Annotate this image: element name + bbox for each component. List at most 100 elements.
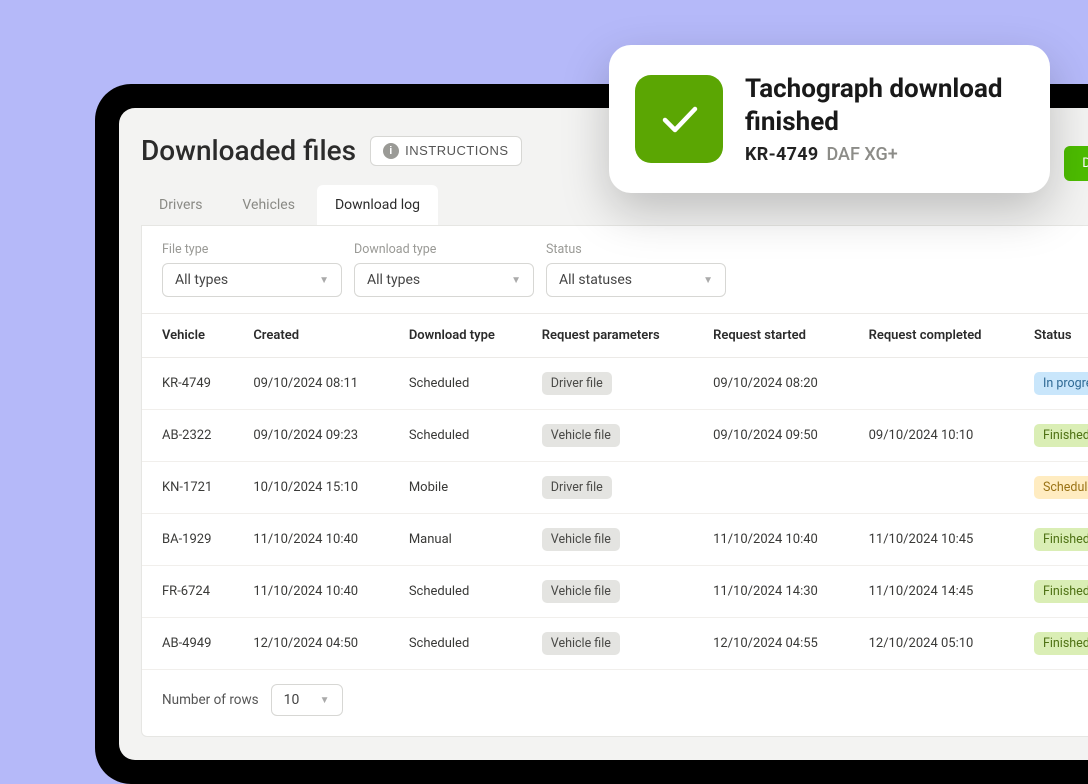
cell-request-parameters: Vehicle file <box>530 410 701 462</box>
select-value: All types <box>175 272 228 288</box>
cell-created: 11/10/2024 10:40 <box>241 566 397 618</box>
cell-status: In progress <box>1022 358 1088 410</box>
cell-vehicle: BA-1929 <box>142 514 241 566</box>
status-badge: In progress <box>1034 372 1088 395</box>
cell-created: 09/10/2024 08:11 <box>241 358 397 410</box>
cell-created: 11/10/2024 10:40 <box>241 514 397 566</box>
cell-request-completed: 09/10/2024 10:10 <box>857 410 1022 462</box>
cell-request-parameters: Driver file <box>530 358 701 410</box>
cell-vehicle: AB-2322 <box>142 410 241 462</box>
cell-request-started: 11/10/2024 14:30 <box>701 566 857 618</box>
cell-created: 12/10/2024 04:50 <box>241 618 397 670</box>
cell-download-type: Scheduled <box>397 358 530 410</box>
cell-request-parameters: Vehicle file <box>530 514 701 566</box>
toast-title: Tachograph download finished <box>745 73 1022 138</box>
col-created[interactable]: Created <box>241 314 397 358</box>
cell-status: Finished <box>1022 566 1088 618</box>
tab-vehicles[interactable]: Vehicles <box>224 185 313 225</box>
status-select[interactable]: All statuses ▼ <box>546 263 726 297</box>
param-pill: Vehicle file <box>542 580 620 603</box>
toast-vehicle-plate: KR-4749 <box>745 144 818 165</box>
chevron-down-icon: ▼ <box>703 275 713 286</box>
cell-request-started: 12/10/2024 04:55 <box>701 618 857 670</box>
filter-download-type: Download type All types ▼ <box>354 242 534 297</box>
cell-status: Finished <box>1022 514 1088 566</box>
param-pill: Vehicle file <box>542 632 620 655</box>
cell-download-type: Scheduled <box>397 618 530 670</box>
cell-vehicle: AB-4949 <box>142 618 241 670</box>
chevron-down-icon: ▼ <box>320 695 330 706</box>
cell-download-type: Mobile <box>397 462 530 514</box>
cell-request-parameters: Driver file <box>530 462 701 514</box>
col-request-completed[interactable]: Request completed <box>857 314 1022 358</box>
cell-request-completed: 12/10/2024 05:10 <box>857 618 1022 670</box>
download-log-table: Vehicle Created Download type Request pa… <box>142 314 1088 670</box>
page-title: Downloaded files <box>141 134 356 167</box>
filter-status: Status All statuses ▼ <box>546 242 726 297</box>
cell-download-type: Manual <box>397 514 530 566</box>
app-screen: Downloaded files i INSTRUCTIONS DOWNLOAD… <box>119 108 1088 760</box>
download-type-select[interactable]: All types ▼ <box>354 263 534 297</box>
cell-request-started: 09/10/2024 09:50 <box>701 410 857 462</box>
table-row[interactable]: AB-494912/10/2024 04:50Scheduled Vehicle … <box>142 618 1088 670</box>
toast-subtitle: KR-4749 DAF XG+ <box>745 144 1022 165</box>
toast-text: Tachograph download finished KR-4749 DAF… <box>745 73 1022 165</box>
param-pill: Vehicle file <box>542 528 620 551</box>
tab-download-log[interactable]: Download log <box>317 185 438 225</box>
cell-request-started <box>701 462 857 514</box>
cell-request-parameters: Vehicle file <box>530 566 701 618</box>
table-row[interactable]: KN-172110/10/2024 15:10Mobile Driver file… <box>142 462 1088 514</box>
table-row[interactable]: AB-232209/10/2024 09:23ScheduledVehicle … <box>142 410 1088 462</box>
instructions-button[interactable]: i INSTRUCTIONS <box>370 136 522 166</box>
chevron-down-icon: ▼ <box>511 275 521 286</box>
cell-request-completed: 11/10/2024 10:45 <box>857 514 1022 566</box>
cell-created: 09/10/2024 09:23 <box>241 410 397 462</box>
col-request-parameters[interactable]: Request parameters <box>530 314 701 358</box>
table-header-row: Vehicle Created Download type Request pa… <box>142 314 1088 358</box>
cell-vehicle: KR-4749 <box>142 358 241 410</box>
cell-request-parameters: Vehicle file <box>530 618 701 670</box>
col-download-type[interactable]: Download type <box>397 314 530 358</box>
param-pill: Driver file <box>542 476 612 499</box>
col-status[interactable]: Status <box>1022 314 1088 358</box>
chevron-down-icon: ▼ <box>319 275 329 286</box>
select-value: All types <box>367 272 420 288</box>
status-badge: Finished <box>1034 580 1088 603</box>
cell-created: 10/10/2024 15:10 <box>241 462 397 514</box>
status-badge: Finished <box>1034 632 1088 655</box>
rows-per-page-select[interactable]: 10 ▼ <box>271 684 343 716</box>
rows-label: Number of rows <box>162 692 259 708</box>
cell-request-started: 11/10/2024 10:40 <box>701 514 857 566</box>
filter-file-type: File type All types ▼ <box>162 242 342 297</box>
info-icon: i <box>383 143 399 159</box>
cell-request-completed <box>857 462 1022 514</box>
cell-status: Finished <box>1022 410 1088 462</box>
status-badge: Finished <box>1034 528 1088 551</box>
tab-drivers[interactable]: Drivers <box>141 185 220 225</box>
param-pill: Driver file <box>542 372 612 395</box>
cell-request-completed <box>857 358 1022 410</box>
filters-row: File type All types ▼ Download type All … <box>142 226 1088 314</box>
table-row[interactable]: KR-474909/10/2024 08:11Scheduled Driver f… <box>142 358 1088 410</box>
cell-vehicle: KN-1721 <box>142 462 241 514</box>
cell-request-started: 09/10/2024 08:20 <box>701 358 857 410</box>
download-finished-toast[interactable]: Tachograph download finished KR-4749 DAF… <box>609 45 1050 193</box>
toast-vehicle-model: DAF XG+ <box>826 144 897 165</box>
download-button[interactable]: DOWNLOAD <box>1064 146 1088 181</box>
cell-request-completed: 11/10/2024 14:45 <box>857 566 1022 618</box>
table-row[interactable]: BA-192911/10/2024 10:40ManualVehicle fil… <box>142 514 1088 566</box>
select-value: All statuses <box>559 272 632 288</box>
instructions-label: INSTRUCTIONS <box>405 143 509 158</box>
cell-status: Finished <box>1022 618 1088 670</box>
table-row[interactable]: FR-672411/10/2024 10:40Scheduled Vehicle … <box>142 566 1088 618</box>
col-vehicle[interactable]: Vehicle <box>142 314 241 358</box>
col-request-started[interactable]: Request started <box>701 314 857 358</box>
cell-download-type: Scheduled <box>397 566 530 618</box>
file-type-select[interactable]: All types ▼ <box>162 263 342 297</box>
param-pill: Vehicle file <box>542 424 620 447</box>
filter-label: File type <box>162 242 342 257</box>
filter-label: Download type <box>354 242 534 257</box>
cell-vehicle: FR-6724 <box>142 566 241 618</box>
select-value: 10 <box>284 692 300 708</box>
cell-status: Scheduled <box>1022 462 1088 514</box>
